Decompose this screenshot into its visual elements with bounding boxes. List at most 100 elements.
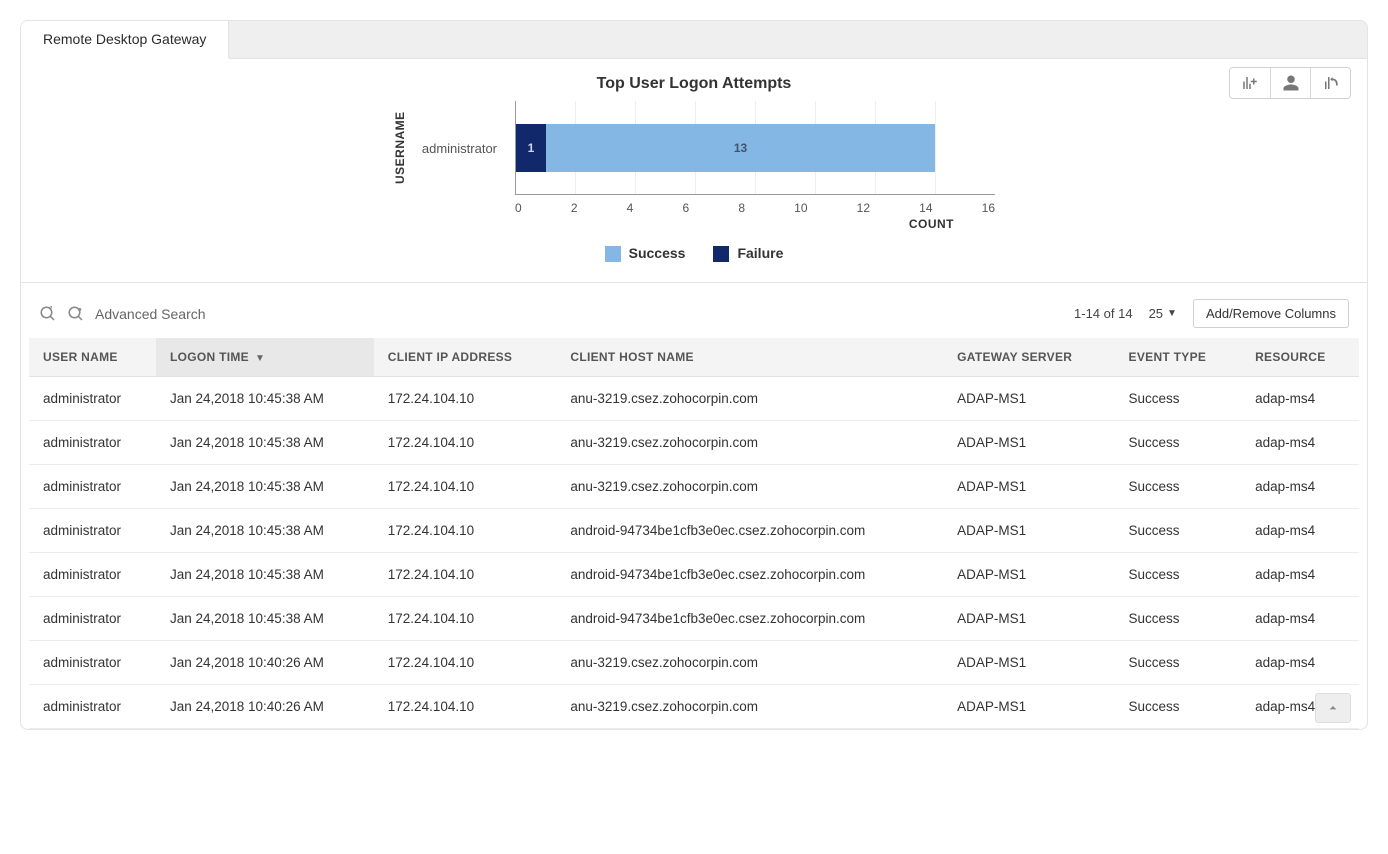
page-range: 1-14 of 14 [1074, 306, 1133, 321]
table-cell: administrator [29, 509, 156, 553]
column-header[interactable]: USER NAME [29, 338, 156, 377]
column-header[interactable]: GATEWAY SERVER [943, 338, 1114, 377]
user-silhouette-icon[interactable] [1270, 68, 1310, 98]
legend-success[interactable]: Success [605, 245, 686, 262]
legend-failure[interactable]: Failure [713, 245, 783, 262]
table-cell: Success [1115, 553, 1242, 597]
table-cell: 172.24.104.10 [374, 509, 557, 553]
table-cell: administrator [29, 597, 156, 641]
chart-bar-success[interactable]: 13 [546, 124, 935, 172]
table-row[interactable]: administratorJan 24,2018 10:45:38 AM172.… [29, 421, 1359, 465]
table-cell: Success [1115, 421, 1242, 465]
table-cell: adap-ms4 [1241, 553, 1359, 597]
chart-toolbar [1229, 67, 1351, 99]
table-cell: ADAP-MS1 [943, 553, 1114, 597]
chart-x-ticks: 0 2 4 6 8 10 12 14 16 [515, 201, 995, 215]
table-cell: Jan 24,2018 10:45:38 AM [156, 597, 374, 641]
table-cell: Jan 24,2018 10:45:38 AM [156, 421, 374, 465]
table-row[interactable]: administratorJan 24,2018 10:45:38 AM172.… [29, 509, 1359, 553]
xtick: 12 [857, 201, 870, 215]
table-cell: administrator [29, 465, 156, 509]
table-cell: administrator [29, 553, 156, 597]
column-header[interactable]: RESOURCE [1241, 338, 1359, 377]
legend-label: Success [629, 245, 686, 261]
sort-indicator-icon: ▼ [255, 353, 265, 364]
table-cell: anu-3219.csez.zohocorpin.com [556, 377, 943, 421]
table-panel: Advanced Search 1-14 of 14 25 ▼ Add/Remo… [21, 283, 1367, 729]
chart-legend: Success Failure [37, 237, 1351, 278]
column-header[interactable]: LOGON TIME▼ [156, 338, 374, 377]
table-cell: 172.24.104.10 [374, 641, 557, 685]
scroll-to-top-button[interactable] [1315, 693, 1351, 723]
table-cell: Jan 24,2018 10:45:38 AM [156, 509, 374, 553]
add-remove-columns-button[interactable]: Add/Remove Columns [1193, 299, 1349, 328]
table-cell: ADAP-MS1 [943, 377, 1114, 421]
table-cell: administrator [29, 377, 156, 421]
chart-category-0: administrator [422, 141, 497, 156]
chart-panel: Top User Logon Attempts USERNAME adminis… [21, 59, 1367, 283]
column-header[interactable]: CLIENT IP ADDRESS [374, 338, 557, 377]
table-cell: ADAP-MS1 [943, 509, 1114, 553]
xtick: 10 [794, 201, 807, 215]
tab-remote-desktop-gateway[interactable]: Remote Desktop Gateway [21, 21, 229, 59]
table-cell: Success [1115, 465, 1242, 509]
table-cell: administrator [29, 421, 156, 465]
chart-body: USERNAME administrator 1 13 [37, 101, 1351, 195]
table-cell: anu-3219.csez.zohocorpin.com [556, 465, 943, 509]
table-cell: Success [1115, 509, 1242, 553]
chart-bar-failure[interactable]: 1 [516, 124, 546, 172]
table-cell: Success [1115, 641, 1242, 685]
page-size-selector[interactable]: 25 ▼ [1149, 306, 1177, 321]
add-chart-icon[interactable] [1230, 68, 1270, 98]
table-cell: Jan 24,2018 10:45:38 AM [156, 553, 374, 597]
xtick: 16 [982, 201, 995, 215]
table-cell: 172.24.104.10 [374, 377, 557, 421]
table-cell: Success [1115, 377, 1242, 421]
table-cell: 172.24.104.10 [374, 465, 557, 509]
xtick: 6 [682, 201, 689, 215]
table-cell: android-94734be1cfb3e0ec.csez.zohocorpin… [556, 597, 943, 641]
table-cell: ADAP-MS1 [943, 685, 1114, 729]
tabstrip: Remote Desktop Gateway [21, 21, 1367, 59]
xtick: 4 [627, 201, 634, 215]
app-frame: Remote Desktop Gateway Top User Logon At… [20, 20, 1368, 730]
table-cell: administrator [29, 641, 156, 685]
xtick: 2 [571, 201, 578, 215]
chart-title: Top User Logon Attempts [37, 75, 1351, 93]
table-row[interactable]: administratorJan 24,2018 10:45:38 AM172.… [29, 465, 1359, 509]
chart-x-axis-label: COUNT [404, 217, 984, 231]
xtick: 0 [515, 201, 522, 215]
table-cell: Jan 24,2018 10:45:38 AM [156, 377, 374, 421]
table-cell: 172.24.104.10 [374, 553, 557, 597]
table-cell: 172.24.104.10 [374, 597, 557, 641]
table-cell: adap-ms4 [1241, 421, 1359, 465]
advanced-search-icon[interactable] [67, 305, 85, 323]
table-row[interactable]: administratorJan 24,2018 10:45:38 AM172.… [29, 377, 1359, 421]
table-cell: 172.24.104.10 [374, 421, 557, 465]
table-cell: android-94734be1cfb3e0ec.csez.zohocorpin… [556, 509, 943, 553]
table-row[interactable]: administratorJan 24,2018 10:45:38 AM172.… [29, 597, 1359, 641]
page-size-value: 25 [1149, 306, 1163, 321]
table-cell: android-94734be1cfb3e0ec.csez.zohocorpin… [556, 553, 943, 597]
table-cell: Success [1115, 597, 1242, 641]
column-header[interactable]: CLIENT HOST NAME [556, 338, 943, 377]
table-cell: Jan 24,2018 10:40:26 AM [156, 685, 374, 729]
refresh-chart-icon[interactable] [1310, 68, 1350, 98]
caret-down-icon: ▼ [1167, 308, 1177, 319]
table-cell: adap-ms4 [1241, 597, 1359, 641]
table-toolbar: Advanced Search 1-14 of 14 25 ▼ Add/Remo… [29, 295, 1359, 338]
table-cell: ADAP-MS1 [943, 641, 1114, 685]
advanced-search-link[interactable]: Advanced Search [95, 306, 206, 322]
legend-swatch-failure [713, 246, 729, 262]
column-header[interactable]: EVENT TYPE [1115, 338, 1242, 377]
chart-y-axis-label: USERNAME [393, 101, 407, 195]
table-cell: administrator [29, 685, 156, 729]
search-icon[interactable] [39, 305, 57, 323]
table-row[interactable]: administratorJan 24,2018 10:45:38 AM172.… [29, 553, 1359, 597]
table-cell: anu-3219.csez.zohocorpin.com [556, 421, 943, 465]
table-row[interactable]: administratorJan 24,2018 10:40:26 AM172.… [29, 685, 1359, 729]
chart-plot-area: 1 13 [515, 101, 995, 195]
table-cell: anu-3219.csez.zohocorpin.com [556, 641, 943, 685]
table-cell: anu-3219.csez.zohocorpin.com [556, 685, 943, 729]
table-row[interactable]: administratorJan 24,2018 10:40:26 AM172.… [29, 641, 1359, 685]
